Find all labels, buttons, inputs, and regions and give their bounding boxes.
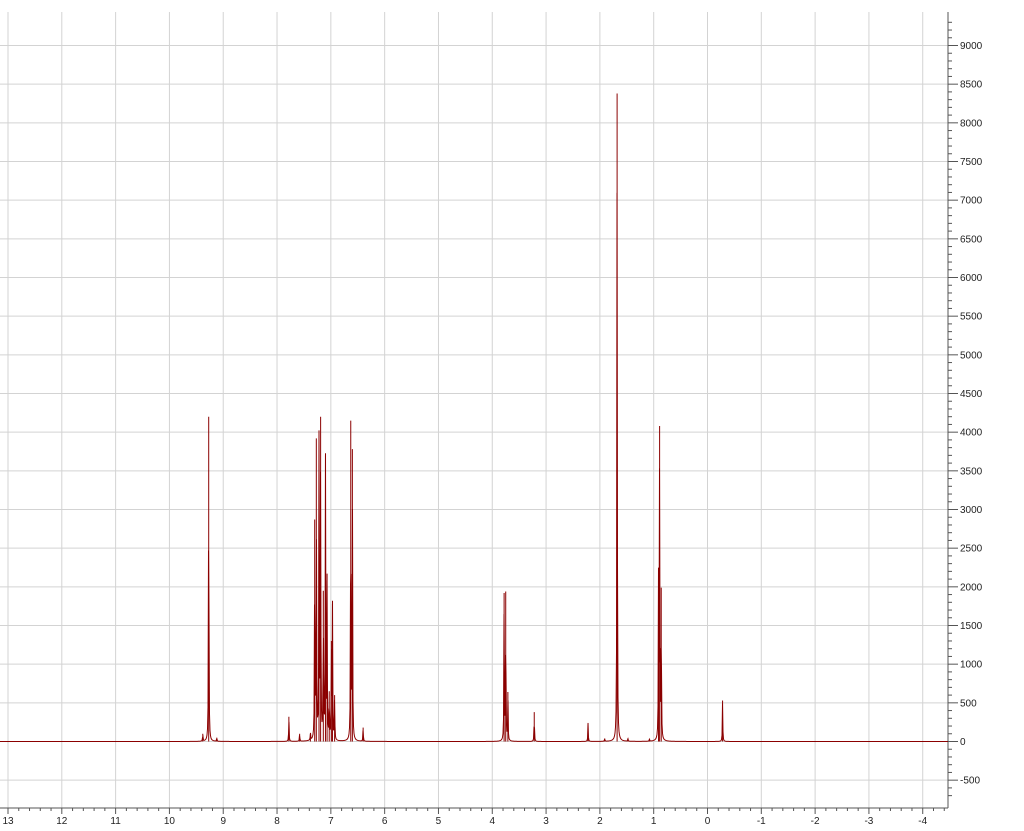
y-tick-label: 8000 (960, 118, 983, 129)
y-tick-label: 9000 (960, 41, 983, 52)
x-tick-label: 3 (543, 816, 549, 827)
y-tick-label: -500 (960, 776, 980, 787)
x-tick-label: 11 (110, 816, 121, 827)
y-tick-label: 7000 (960, 196, 983, 207)
x-tick-label: -4 (918, 816, 927, 827)
x-tick-label: 6 (382, 816, 388, 827)
spectrum (0, 93, 948, 742)
gridlines (0, 12, 948, 808)
y-tick-label: 6500 (960, 234, 983, 245)
y-tick-label: 4000 (960, 428, 983, 439)
y-tick-label: 2000 (960, 582, 983, 593)
x-tick-label: 0 (705, 816, 711, 827)
y-tick-label: 5000 (960, 350, 983, 361)
y-tick-label: 1500 (960, 621, 983, 632)
x-tick-label: -1 (757, 816, 766, 827)
spectrum-trace (0, 192, 948, 742)
x-tick-label: 4 (489, 816, 495, 827)
x-tick-label: -3 (864, 816, 873, 827)
y-tick-label: 6000 (960, 273, 983, 284)
axes (0, 12, 949, 809)
x-tick-label: 1 (651, 816, 657, 827)
y-tick-label: 7500 (960, 157, 983, 168)
x-tick-label: 8 (274, 816, 280, 827)
y-tick-label: 1000 (960, 660, 983, 671)
x-tick-label: 10 (164, 816, 176, 827)
x-tick-label: 5 (436, 816, 442, 827)
x-tick-label: 12 (56, 816, 68, 827)
y-tick-label: 2500 (960, 544, 983, 555)
nmr-spectrum-chart: 13 12 11 10 9 8 7 6 5 4 3 2 1 0 -1 -2 -3 -4 -500050010001… (0, 12, 983, 827)
x-tick-label: 13 (2, 816, 14, 827)
y-tick-label: 4500 (960, 389, 983, 400)
y-tick-label: 0 (960, 737, 966, 748)
x-tick-label: 9 (220, 816, 226, 827)
y-tick-label: 5500 (960, 312, 983, 323)
y-tick-label: 3500 (960, 466, 983, 477)
y-tick-label: 500 (960, 698, 977, 709)
y-tick-label: 3000 (960, 505, 983, 516)
x-tick-label: -2 (811, 816, 820, 827)
x-tick-label: 7 (328, 816, 334, 827)
y-tick-label: 8500 (960, 80, 983, 91)
x-tick-label: 2 (597, 816, 603, 827)
x-axis-ticks: 13 12 11 10 9 8 7 6 5 4 3 2 1 0 -1 -2 -3 -4 (2, 808, 945, 827)
y-axis-ticks: -500 0 500 1000 1500 2000 2500 3000 3500 4000 4500… (948, 21, 983, 797)
